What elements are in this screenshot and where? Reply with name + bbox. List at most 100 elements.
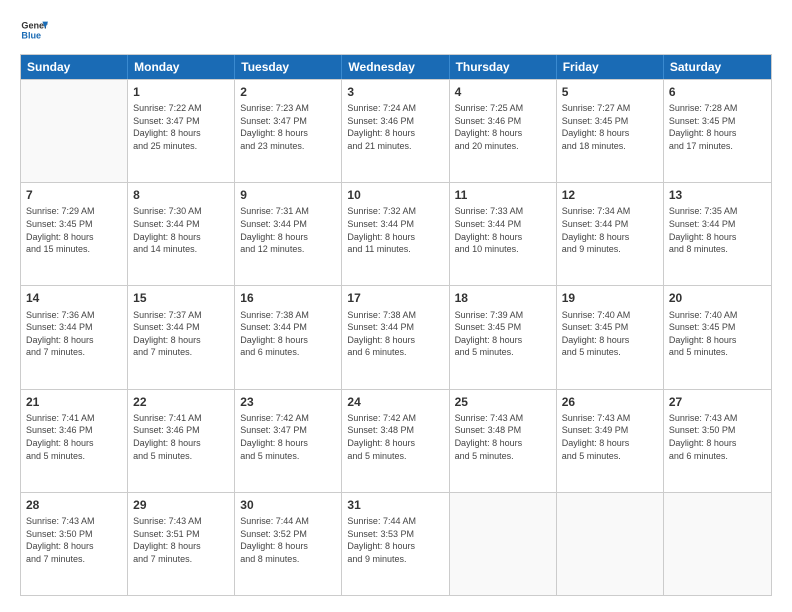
- day-info: Sunrise: 7:30 AM Sunset: 3:44 PM Dayligh…: [133, 205, 229, 255]
- day-info: Sunrise: 7:29 AM Sunset: 3:45 PM Dayligh…: [26, 205, 122, 255]
- day-cell-19: 19Sunrise: 7:40 AM Sunset: 3:45 PM Dayli…: [557, 286, 664, 388]
- day-number: 23: [240, 394, 336, 410]
- day-info: Sunrise: 7:40 AM Sunset: 3:45 PM Dayligh…: [562, 309, 658, 359]
- day-cell-13: 13 Sunrise: 7:35 AM Sunset: 3:44 PM Dayli…: [664, 183, 771, 285]
- day-info: Sunrise: 7:44 AM Sunset: 3:53 PM Dayligh…: [347, 515, 443, 565]
- day-info: Sunrise: 7:32 AM Sunset: 3:44 PM Dayligh…: [347, 205, 443, 255]
- empty-cell: [664, 493, 771, 595]
- day-cell-1: 1 Sunrise: 7:22 AM Sunset: 3:47 PM Daylig…: [128, 80, 235, 182]
- empty-cell: [557, 493, 664, 595]
- day-info: Sunrise: 7:42 AM Sunset: 3:48 PM Dayligh…: [347, 412, 443, 462]
- day-number: 3: [347, 84, 443, 100]
- day-cell-10: 10 Sunrise: 7:32 AM Sunset: 3:44 PM Dayli…: [342, 183, 449, 285]
- day-info: Sunrise: 7:43 AM Sunset: 3:48 PM Dayligh…: [455, 412, 551, 462]
- calendar: SundayMondayTuesdayWednesdayThursdayFrid…: [20, 54, 772, 596]
- week-row-3: 14 Sunrise: 7:36 AM Sunset: 3:44 PM Dayli…: [21, 285, 771, 388]
- day-cell-25: 25 Sunrise: 7:43 AM Sunset: 3:48 PM Dayli…: [450, 390, 557, 492]
- day-number: 12: [562, 187, 658, 203]
- day-info: Sunrise: 7:31 AM Sunset: 3:44 PM Dayligh…: [240, 205, 336, 255]
- day-cell-31: 31 Sunrise: 7:44 AM Sunset: 3:53 PM Dayli…: [342, 493, 449, 595]
- day-number: 14: [26, 290, 122, 306]
- day-number: 24: [347, 394, 443, 410]
- day-number: 30: [240, 497, 336, 513]
- day-number: 28: [26, 497, 122, 513]
- day-info: Sunrise: 7:43 AM Sunset: 3:50 PM Dayligh…: [26, 515, 122, 565]
- header-day-sunday: Sunday: [21, 55, 128, 79]
- day-info: Sunrise: 7:38 AM Sunset: 3:44 PM Dayligh…: [240, 309, 336, 359]
- day-number: 17: [347, 290, 443, 306]
- day-cell-29: 29 Sunrise: 7:43 AM Sunset: 3:51 PM Dayli…: [128, 493, 235, 595]
- day-cell-30: 30 Sunrise: 7:44 AM Sunset: 3:52 PM Dayli…: [235, 493, 342, 595]
- day-cell-27: 27Sunrise: 7:43 AM Sunset: 3:50 PM Dayli…: [664, 390, 771, 492]
- day-number: 1: [133, 84, 229, 100]
- day-cell-15: 15Sunrise: 7:37 AM Sunset: 3:44 PM Dayli…: [128, 286, 235, 388]
- day-info: Sunrise: 7:23 AM Sunset: 3:47 PM Dayligh…: [240, 102, 336, 152]
- day-info: Sunrise: 7:43 AM Sunset: 3:51 PM Dayligh…: [133, 515, 229, 565]
- day-cell-24: 24 Sunrise: 7:42 AM Sunset: 3:48 PM Dayli…: [342, 390, 449, 492]
- day-cell-3: 3 Sunrise: 7:24 AM Sunset: 3:46 PM Daylig…: [342, 80, 449, 182]
- day-info: Sunrise: 7:22 AM Sunset: 3:47 PM Dayligh…: [133, 102, 229, 152]
- day-cell-11: 11 Sunrise: 7:33 AM Sunset: 3:44 PM Dayli…: [450, 183, 557, 285]
- day-cell-6: 6Sunrise: 7:28 AM Sunset: 3:45 PM Daylig…: [664, 80, 771, 182]
- header-day-saturday: Saturday: [664, 55, 771, 79]
- week-row-4: 21 Sunrise: 7:41 AM Sunset: 3:46 PM Dayli…: [21, 389, 771, 492]
- day-cell-8: 8 Sunrise: 7:30 AM Sunset: 3:44 PM Daylig…: [128, 183, 235, 285]
- day-number: 26: [562, 394, 658, 410]
- header-day-wednesday: Wednesday: [342, 55, 449, 79]
- header: General Blue: [20, 16, 772, 44]
- day-cell-23: 23Sunrise: 7:42 AM Sunset: 3:47 PM Dayli…: [235, 390, 342, 492]
- day-info: Sunrise: 7:36 AM Sunset: 3:44 PM Dayligh…: [26, 309, 122, 359]
- day-number: 15: [133, 290, 229, 306]
- page: General Blue SundayMondayTuesdayWednesda…: [0, 0, 792, 612]
- day-info: Sunrise: 7:43 AM Sunset: 3:49 PM Dayligh…: [562, 412, 658, 462]
- day-number: 22: [133, 394, 229, 410]
- day-number: 31: [347, 497, 443, 513]
- day-number: 4: [455, 84, 551, 100]
- day-number: 20: [669, 290, 766, 306]
- day-cell-2: 2 Sunrise: 7:23 AM Sunset: 3:47 PM Daylig…: [235, 80, 342, 182]
- day-number: 2: [240, 84, 336, 100]
- day-info: Sunrise: 7:38 AM Sunset: 3:44 PM Dayligh…: [347, 309, 443, 359]
- day-number: 25: [455, 394, 551, 410]
- svg-text:Blue: Blue: [21, 30, 41, 40]
- day-info: Sunrise: 7:24 AM Sunset: 3:46 PM Dayligh…: [347, 102, 443, 152]
- empty-cell: [450, 493, 557, 595]
- day-number: 18: [455, 290, 551, 306]
- day-number: 10: [347, 187, 443, 203]
- calendar-header-row: SundayMondayTuesdayWednesdayThursdayFrid…: [21, 55, 771, 79]
- logo-icon: General Blue: [20, 16, 48, 44]
- day-number: 29: [133, 497, 229, 513]
- day-cell-5: 5Sunrise: 7:27 AM Sunset: 3:45 PM Daylig…: [557, 80, 664, 182]
- day-number: 8: [133, 187, 229, 203]
- day-number: 16: [240, 290, 336, 306]
- calendar-body: 1 Sunrise: 7:22 AM Sunset: 3:47 PM Daylig…: [21, 79, 771, 595]
- day-cell-9: 9Sunrise: 7:31 AM Sunset: 3:44 PM Daylig…: [235, 183, 342, 285]
- header-day-friday: Friday: [557, 55, 664, 79]
- day-cell-28: 28 Sunrise: 7:43 AM Sunset: 3:50 PM Dayli…: [21, 493, 128, 595]
- day-cell-17: 17 Sunrise: 7:38 AM Sunset: 3:44 PM Dayli…: [342, 286, 449, 388]
- week-row-2: 7 Sunrise: 7:29 AM Sunset: 3:45 PM Daylig…: [21, 182, 771, 285]
- day-cell-22: 22 Sunrise: 7:41 AM Sunset: 3:46 PM Dayli…: [128, 390, 235, 492]
- day-info: Sunrise: 7:33 AM Sunset: 3:44 PM Dayligh…: [455, 205, 551, 255]
- day-number: 21: [26, 394, 122, 410]
- week-row-5: 28 Sunrise: 7:43 AM Sunset: 3:50 PM Dayli…: [21, 492, 771, 595]
- day-number: 27: [669, 394, 766, 410]
- header-day-tuesday: Tuesday: [235, 55, 342, 79]
- day-info: Sunrise: 7:41 AM Sunset: 3:46 PM Dayligh…: [26, 412, 122, 462]
- day-info: Sunrise: 7:44 AM Sunset: 3:52 PM Dayligh…: [240, 515, 336, 565]
- day-cell-26: 26 Sunrise: 7:43 AM Sunset: 3:49 PM Dayli…: [557, 390, 664, 492]
- day-number: 7: [26, 187, 122, 203]
- logo: General Blue: [20, 16, 48, 44]
- day-info: Sunrise: 7:25 AM Sunset: 3:46 PM Dayligh…: [455, 102, 551, 152]
- day-info: Sunrise: 7:40 AM Sunset: 3:45 PM Dayligh…: [669, 309, 766, 359]
- day-number: 6: [669, 84, 766, 100]
- day-info: Sunrise: 7:39 AM Sunset: 3:45 PM Dayligh…: [455, 309, 551, 359]
- day-cell-16: 16 Sunrise: 7:38 AM Sunset: 3:44 PM Dayli…: [235, 286, 342, 388]
- day-info: Sunrise: 7:35 AM Sunset: 3:44 PM Dayligh…: [669, 205, 766, 255]
- day-cell-7: 7 Sunrise: 7:29 AM Sunset: 3:45 PM Daylig…: [21, 183, 128, 285]
- day-number: 11: [455, 187, 551, 203]
- day-info: Sunrise: 7:41 AM Sunset: 3:46 PM Dayligh…: [133, 412, 229, 462]
- header-day-thursday: Thursday: [450, 55, 557, 79]
- header-day-monday: Monday: [128, 55, 235, 79]
- day-number: 13: [669, 187, 766, 203]
